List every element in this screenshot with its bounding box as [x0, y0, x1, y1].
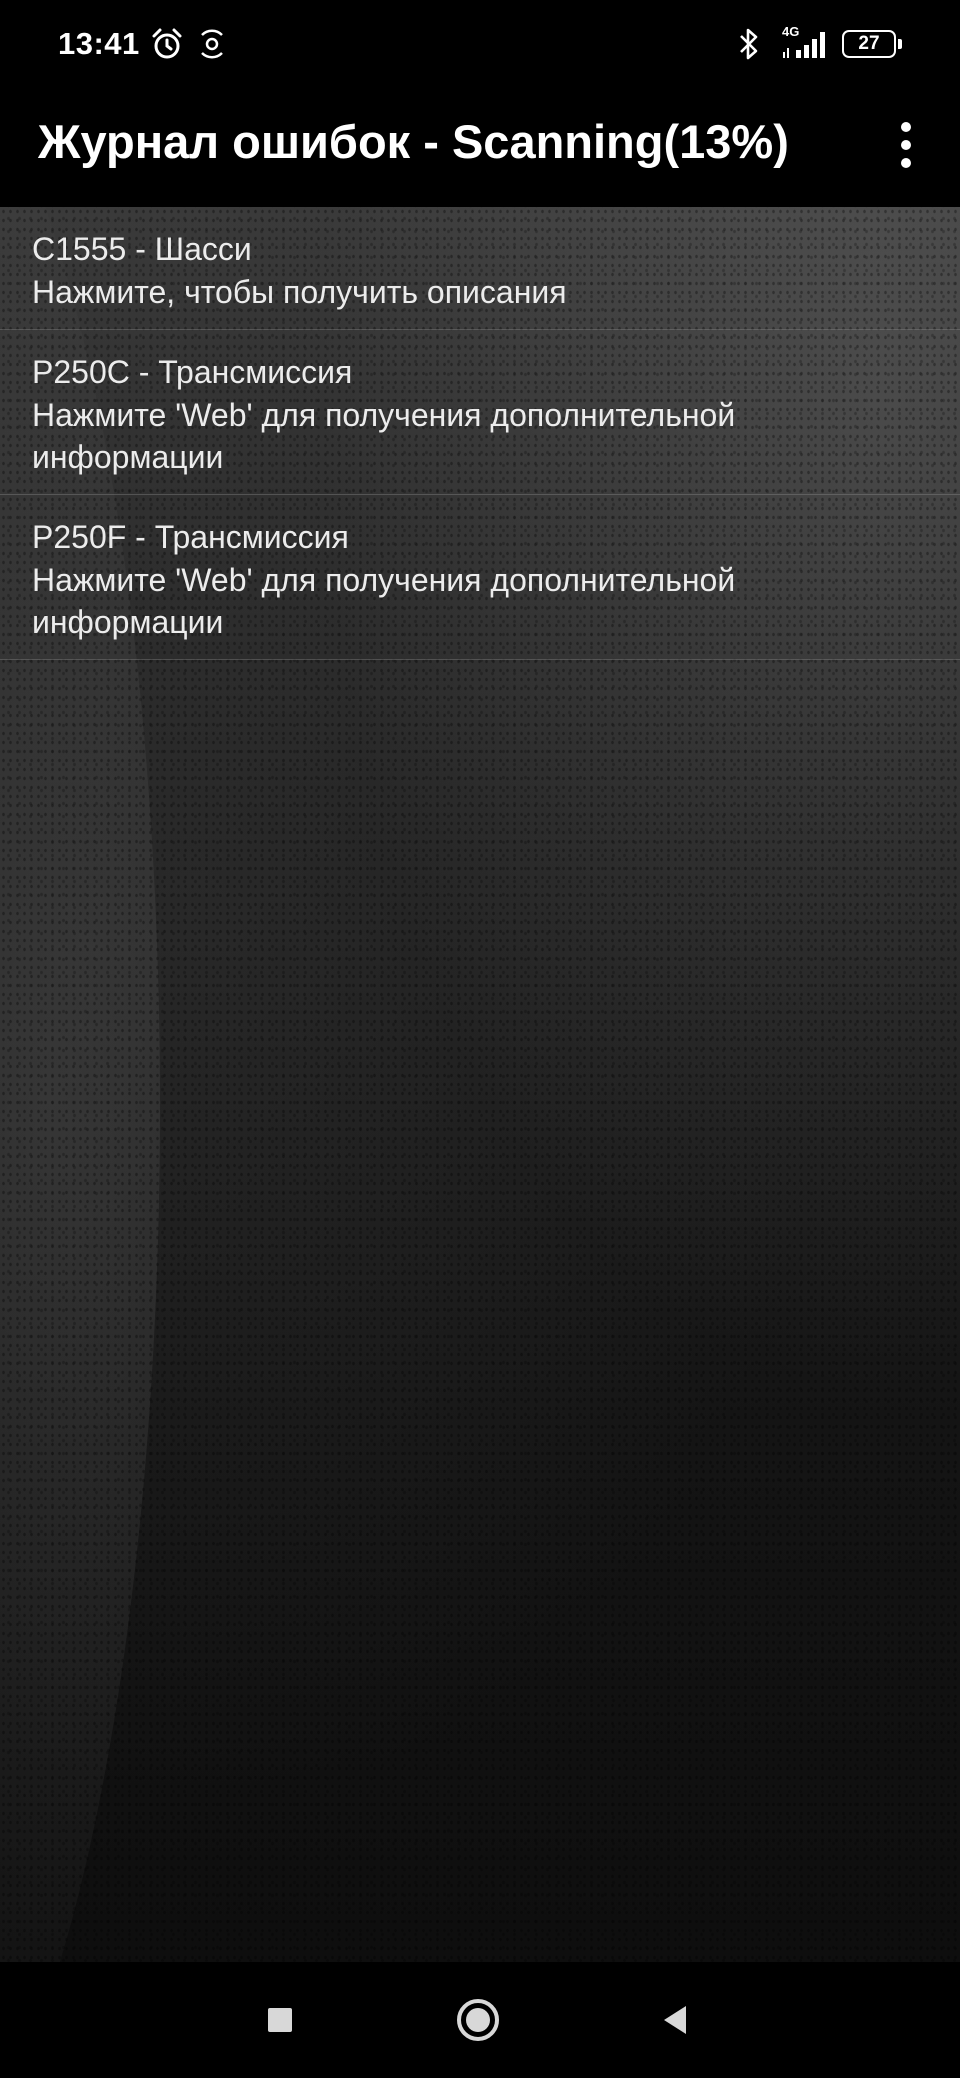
home-circle-icon[interactable]: [454, 1996, 502, 2044]
battery-level: 27: [858, 33, 880, 54]
status-time: 13:41: [58, 26, 140, 61]
error-code-title: P250F - Трансмиссия: [32, 519, 349, 555]
back-triangle-icon[interactable]: [652, 1996, 700, 2044]
error-description: Нажмите, чтобы получить описания: [32, 274, 567, 310]
battery-tip: [898, 39, 902, 49]
bluetooth-icon: [740, 28, 758, 60]
status-bar: 13:41 4G 27: [0, 0, 960, 90]
battery-icon: 27: [842, 30, 896, 58]
list-item[interactable]: C1555 - Шасси Нажмите, чтобы получить оп…: [0, 207, 960, 330]
content-area: C1555 - Шасси Нажмите, чтобы получить оп…: [0, 207, 960, 1962]
signal-icon: [783, 32, 825, 58]
error-description: Нажмите 'Web' для получения дополнительн…: [32, 562, 736, 640]
error-code-title: P250C - Трансмиссия: [32, 354, 353, 390]
more-vert-icon[interactable]: [880, 112, 932, 184]
hearing-icon: [201, 29, 223, 59]
error-description: Нажмите 'Web' для получения дополнительн…: [32, 397, 736, 475]
alarm-icon: [152, 28, 182, 59]
error-list: C1555 - Шасси Нажмите, чтобы получить оп…: [0, 207, 960, 660]
list-item[interactable]: P250F - Трансмиссия Нажмите 'Web' для по…: [0, 495, 960, 660]
navigation-bar: [0, 1962, 960, 2078]
app-bar: Журнал ошибок - Scanning(13%): [0, 90, 960, 207]
list-item[interactable]: P250C - Трансмиссия Нажмите 'Web' для по…: [0, 330, 960, 495]
page-title: Журнал ошибок - Scanning(13%): [38, 115, 789, 168]
recents-square-icon[interactable]: [256, 1996, 304, 2044]
error-code-title: C1555 - Шасси: [32, 231, 252, 267]
